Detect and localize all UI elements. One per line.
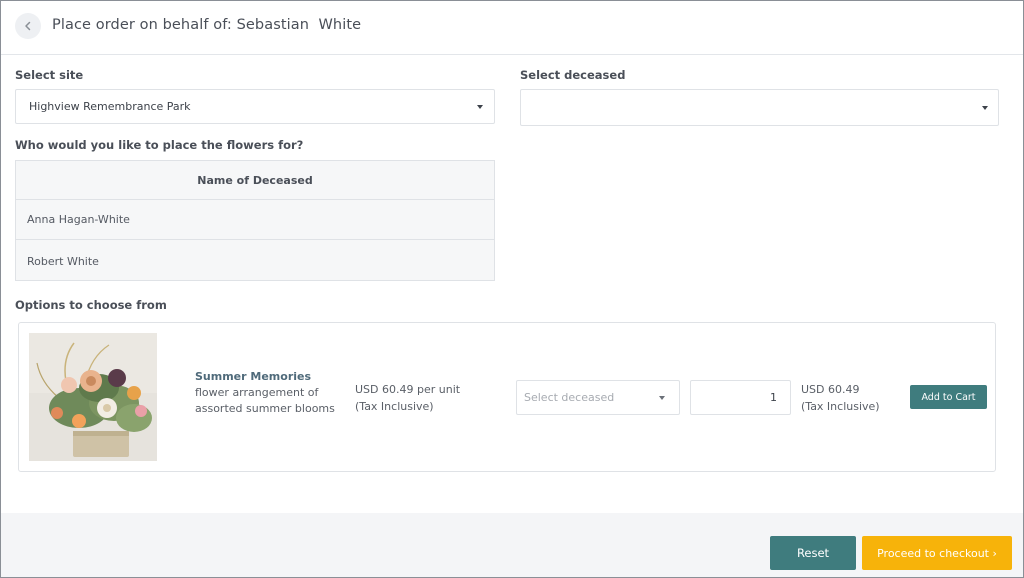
product-card: Summer Memories flower arrangement of as… [18,322,996,472]
table-row[interactable]: Anna Hagan-White [16,200,494,240]
product-description: flower arrangement of assorted summer bl… [195,386,335,415]
product-name: Summer Memories [195,370,312,383]
unit-price-tax-note: (Tax Inclusive) [355,400,434,413]
proceed-to-checkout-button[interactable]: Proceed to checkout › [862,536,1012,570]
caret-down-icon [477,105,483,109]
line-total-value: USD 60.49 [801,383,860,396]
deceased-table: Name of Deceased Anna Hagan-White Robert… [15,160,495,281]
table-row[interactable]: Robert White [16,241,494,281]
reset-button[interactable]: Reset [770,536,856,570]
options-label: Options to choose from [15,298,167,312]
quantity-input[interactable] [690,380,791,415]
page-title: Place order on behalf of: Sebastian Whit… [52,17,362,33]
page-footer: Reset Proceed to checkout › [1,513,1023,577]
site-select-value: Highview Remembrance Park [29,100,191,113]
line-total: USD 60.49 (Tax Inclusive) [801,381,911,415]
back-button[interactable] [15,13,41,39]
page-header: Place order on behalf of: Sebastian Whit… [1,1,1023,55]
product-deceased-placeholder: Select deceased [524,391,615,404]
caret-down-icon [982,106,988,110]
deceased-prompt: Who would you like to place the flowers … [15,138,304,152]
unit-price-value: USD 60.49 per unit [355,383,461,396]
product-deceased-select[interactable]: Select deceased [516,380,680,415]
caret-down-icon [659,396,665,400]
flower-arrangement-image [29,333,157,461]
select-site-label: Select site [15,68,84,82]
table-header-name: Name of Deceased [16,161,494,200]
site-select[interactable]: Highview Remembrance Park [15,89,495,124]
deceased-select[interactable] [520,89,999,126]
order-page: Place order on behalf of: Sebastian Whit… [0,0,1024,578]
add-to-cart-button[interactable]: Add to Cart [910,385,987,409]
product-photo [29,333,157,461]
unit-price: USD 60.49 per unit (Tax Inclusive) [355,381,485,415]
line-total-tax-note: (Tax Inclusive) [801,400,880,413]
select-deceased-label: Select deceased [520,68,626,82]
chevron-left-icon [25,21,31,31]
